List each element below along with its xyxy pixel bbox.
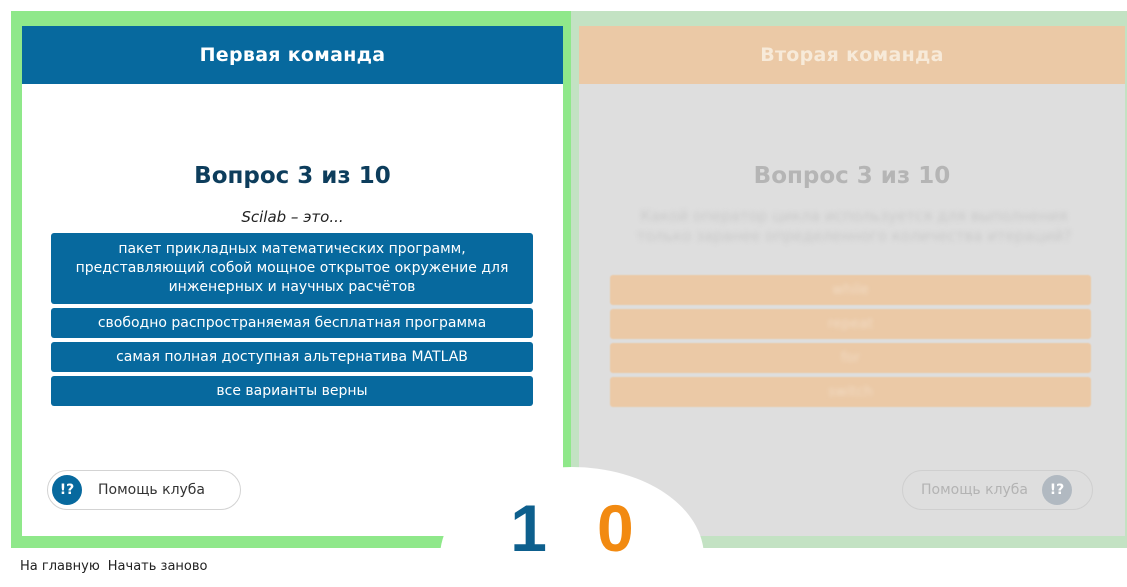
question-counter: Вопрос 3 из 10 bbox=[194, 163, 391, 189]
answer-button-1: while bbox=[610, 275, 1091, 305]
club-help-button[interactable]: !? Помощь клуба bbox=[47, 470, 241, 510]
team-right-panel-inactive: Вторая команда Вопрос 3 из 10 Какой опер… bbox=[579, 26, 1125, 536]
answer-button-3: for bbox=[610, 343, 1091, 373]
team-left-title: Первая команда bbox=[22, 26, 563, 84]
score-team-right: 0 bbox=[597, 491, 634, 565]
club-help-label: Помощь клуба bbox=[98, 482, 206, 498]
answer-list: пакет прикладных математических программ… bbox=[51, 233, 533, 410]
restart-link[interactable]: Начать заново bbox=[108, 559, 208, 574]
club-help-label: Помощь клуба bbox=[921, 482, 1029, 498]
score-team-left: 1 bbox=[510, 491, 547, 565]
answer-list: while repeat for switch bbox=[610, 275, 1091, 411]
question-text: Scilab – это... bbox=[241, 208, 344, 226]
home-link[interactable]: На главную bbox=[20, 559, 100, 574]
answer-button-2[interactable]: свободно распространяемая бесплатная про… bbox=[51, 308, 533, 338]
club-help-button: Помощь клуба !? bbox=[902, 470, 1093, 510]
question-text-blurred: Какой оператор цикла используется для вы… bbox=[636, 207, 1072, 245]
answer-button-1[interactable]: пакет прикладных математических программ… bbox=[51, 233, 533, 304]
answer-button-4: switch bbox=[610, 377, 1091, 407]
question-counter: Вопрос 3 из 10 bbox=[753, 163, 951, 189]
footer-nav: На главную Начать заново bbox=[20, 559, 207, 574]
team-right-title: Вторая команда bbox=[579, 26, 1125, 84]
help-icon: !? bbox=[52, 475, 82, 505]
answer-button-2: repeat bbox=[610, 309, 1091, 339]
answer-button-4[interactable]: все варианты верны bbox=[51, 376, 533, 406]
team-left-panel: Первая команда Вопрос 3 из 10 Scilab – э… bbox=[22, 26, 563, 536]
quiz-screen: Первая команда Вопрос 3 из 10 Scilab – э… bbox=[0, 0, 1127, 587]
help-icon: !? bbox=[1042, 475, 1073, 505]
answer-button-3[interactable]: самая полная доступная альтернатива MATL… bbox=[51, 342, 533, 372]
